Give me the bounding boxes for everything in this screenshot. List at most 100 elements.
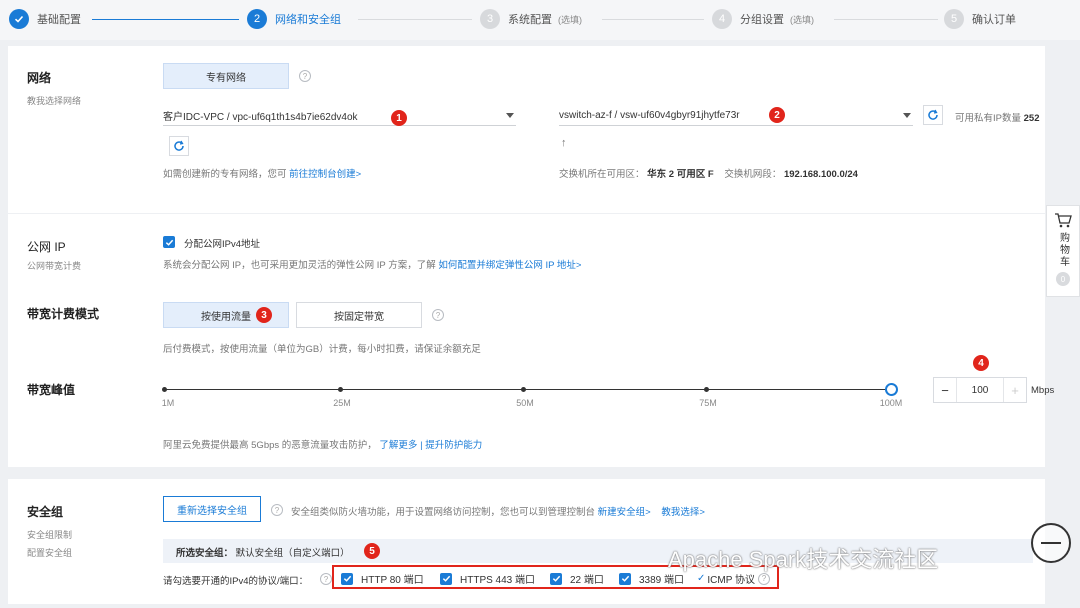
step-confirm-order[interactable]: 5 确认订单 <box>944 9 1016 29</box>
assign-ipv4-checkbox[interactable] <box>163 236 175 248</box>
ports-label: 请勾选要开通的IPv4的协议/端口： <box>163 576 309 587</box>
step-number: 5 <box>944 9 964 29</box>
zone-value: 华东 2 可用区 F <box>647 169 714 180</box>
available-ip-count: 252 <box>1023 113 1040 124</box>
step-label: 系统配置 <box>508 14 552 26</box>
port-ssh-checkbox[interactable] <box>550 572 562 585</box>
public-ip-subtitle: 公网带宽计费 <box>27 261 82 271</box>
chevron-down-icon <box>903 113 911 118</box>
watermark: Apache Spark技术交流社区 <box>668 547 939 572</box>
badge-2: 2 <box>769 107 785 123</box>
check-icon <box>552 575 560 582</box>
slider-tick: 1M <box>161 398 175 408</box>
step-number: 3 <box>480 9 500 29</box>
billing-desc: 后付费模式，按使用流量（单位为GB）计费，每小时扣费，请保证余额充足 <box>163 344 481 355</box>
badge-5: 5 <box>364 543 380 559</box>
step-label: 确认订单 <box>972 14 1016 26</box>
security-group-title: 安全组 <box>27 505 64 519</box>
step-group-settings[interactable]: 4 分组设置 (选填) <box>712 9 814 29</box>
bandwidth-slider-handle[interactable] <box>885 383 898 396</box>
step-network-security[interactable]: 2 网络和安全组 <box>247 9 341 29</box>
port-http-checkbox[interactable] <box>341 572 353 585</box>
minus-icon <box>1041 542 1061 544</box>
billing-title: 带宽计费模式 <box>27 307 100 321</box>
public-ip-title: 公网 IP <box>27 240 66 254</box>
slider-tick: 100M <box>879 398 903 408</box>
security-group-desc-text: 安全组类似防火墙功能，用于设置网络访问控制，您也可以到管理控制台 <box>291 507 596 518</box>
cart-count: 0 <box>1056 272 1070 286</box>
badge-3: 3 <box>256 307 272 323</box>
vswitch-info: 交换机所在可用区： 华东 2 可用区 F 交换机网段： 192.168.100.… <box>559 166 858 180</box>
slider-dot-75m[interactable] <box>704 387 709 392</box>
check-icon <box>442 575 450 582</box>
cidr-label: 交换机网段： <box>724 169 782 180</box>
upgrade-protection-link[interactable]: 提升防护能力 <box>425 440 482 451</box>
help-icon[interactable]: ? <box>320 573 332 585</box>
bandwidth-slider-track[interactable] <box>164 389 892 390</box>
pay-by-bandwidth-button[interactable]: 按固定带宽 <box>296 302 422 328</box>
refresh-vpc-button[interactable] <box>169 136 189 156</box>
help-icon[interactable]: ? <box>299 70 311 82</box>
vpc-select-value: 客户IDC-VPC / vpc-uf6q1th1s4b7ie62dv4ok <box>163 112 358 123</box>
slider-dot-1m[interactable] <box>162 387 167 392</box>
refresh-vswitch-button[interactable] <box>923 105 943 125</box>
eip-guide-link[interactable]: 如何配置并绑定弹性公网 IP 地址> <box>438 260 581 271</box>
how-to-choose-link[interactable]: 教我选择> <box>661 507 705 518</box>
help-icon[interactable]: ? <box>432 309 444 321</box>
slider-tick: 75M <box>699 398 717 408</box>
vswitch-select[interactable]: vswitch-az-f / vsw-uf60v4gbyr91jhytfe73r <box>559 106 913 126</box>
help-icon[interactable]: ? <box>271 504 283 516</box>
port-http-option[interactable]: HTTP 80 端口 <box>341 571 424 586</box>
public-ip-desc-text: 系统会分配公网 IP，也可采用更加灵活的弹性公网 IP 方案，了解 <box>163 260 436 271</box>
create-vpc-hint-text: 如需创建新的专有网络，您可 <box>163 169 287 180</box>
refresh-icon <box>928 109 938 120</box>
plus-button[interactable]: + <box>1004 378 1026 402</box>
chevron-down-icon <box>506 113 514 118</box>
bandwidth-input[interactable]: 100 <box>956 378 1004 402</box>
selected-security-group: 所选安全组： 默认安全组（自定义端口） <box>176 545 350 559</box>
port-rdp-checkbox[interactable] <box>619 572 631 585</box>
step-system-config[interactable]: 3 系统配置 (选填) <box>480 9 582 29</box>
steps-bar: 基础配置 2 网络和安全组 3 系统配置 (选填) 4 分组设置 (选填) 5 … <box>0 0 1080 40</box>
slider-dot-50m[interactable] <box>521 387 526 392</box>
port-https-checkbox[interactable] <box>440 572 452 585</box>
check-icon <box>165 239 173 246</box>
reselect-security-group-button[interactable]: 重新选择安全组 <box>163 496 261 522</box>
bandwidth-title: 带宽峰值 <box>27 383 76 397</box>
minus-button[interactable]: − <box>934 378 956 402</box>
cart-label: 购物车 <box>1057 232 1069 268</box>
step-number: 2 <box>247 9 267 29</box>
ddos-protection: 阿里云免费提供最高 5Gbps 的恶意流量攻击防护， 了解更多 | 提升防护能力 <box>163 437 482 451</box>
step-optional: (选填) <box>558 14 582 25</box>
port-label: HTTPS 443 端口 <box>460 575 536 586</box>
create-vpc-hint: 如需创建新的专有网络，您可 前往控制台创建> <box>163 166 361 180</box>
badge-4: 4 <box>973 355 989 371</box>
step-label: 基础配置 <box>37 14 81 26</box>
check-icon <box>343 575 351 582</box>
refresh-icon <box>174 140 184 151</box>
create-vpc-link[interactable]: 前往控制台创建> <box>289 169 361 180</box>
collapse-button[interactable] <box>1031 523 1071 563</box>
security-group-subtitle-1: 安全组限制 <box>27 530 73 540</box>
create-security-group-link[interactable]: 新建安全组> <box>598 507 651 518</box>
port-https-option[interactable]: HTTPS 443 端口 <box>440 571 535 586</box>
security-group-subtitle-2: 配置安全组 <box>27 548 73 558</box>
learn-more-link[interactable]: 了解更多 <box>379 440 417 451</box>
available-ip: 可用私有IP数量 252 <box>955 110 1039 124</box>
slider-dot-25m[interactable] <box>338 387 343 392</box>
ddos-protection-text: 阿里云免费提供最高 5Gbps 的恶意流量攻击防护， <box>163 440 377 451</box>
public-ip-desc: 系统会分配公网 IP，也可采用更加灵活的弹性公网 IP 方案，了解 如何配置并绑… <box>163 257 581 271</box>
port-ssh-option[interactable]: 22 端口 <box>550 571 604 586</box>
step-optional: (选填) <box>790 14 814 25</box>
step-line-4 <box>834 19 938 20</box>
check-icon <box>9 9 29 29</box>
check-icon: ✓ <box>697 573 706 584</box>
help-icon[interactable]: ? <box>758 572 770 585</box>
shopping-cart[interactable]: 购物车 0 <box>1046 205 1080 297</box>
vpc-select[interactable]: 客户IDC-VPC / vpc-uf6q1th1s4b7ie62dv4ok <box>163 106 516 126</box>
check-icon <box>621 575 629 582</box>
step-basic-config[interactable]: 基础配置 <box>9 9 81 29</box>
slider-tick: 50M <box>516 398 534 408</box>
vpc-type-button[interactable]: 专有网络 <box>163 63 289 89</box>
port-label: 22 端口 <box>570 575 604 586</box>
